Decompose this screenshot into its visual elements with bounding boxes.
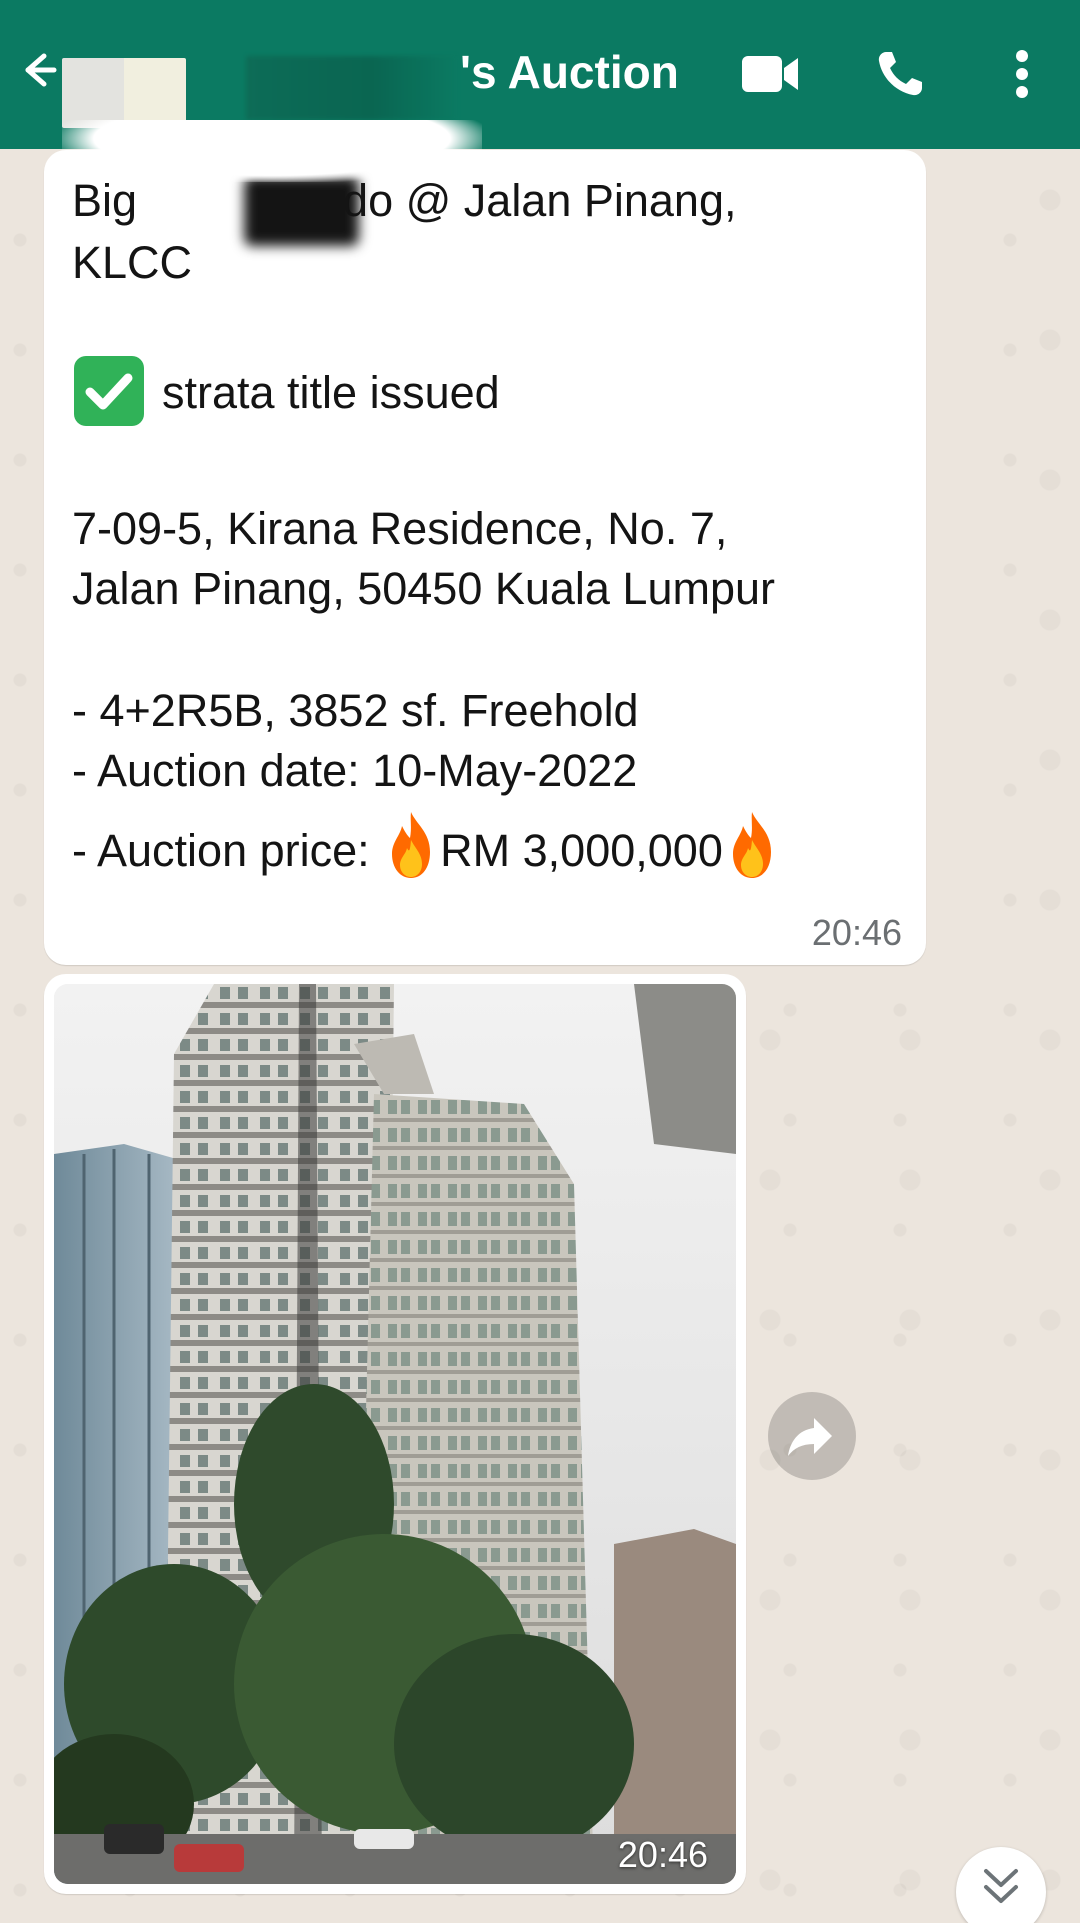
message-timestamp: 20:46 bbox=[811, 912, 902, 953]
fire-emoji-icon bbox=[732, 812, 771, 878]
redacted-name bbox=[246, 56, 456, 120]
redacted-name-blur bbox=[244, 176, 359, 246]
address-line-2: Jalan Pinang, 50450 Kuala Lumpur bbox=[72, 563, 776, 614]
price-value: RM 3,000,000 bbox=[440, 825, 723, 876]
video-camera-icon bbox=[742, 56, 798, 92]
strata-title-text: strata title issued bbox=[162, 367, 500, 418]
scroll-to-bottom-button[interactable] bbox=[956, 1847, 1046, 1923]
image-message-bubble[interactable]: 20:46 bbox=[44, 974, 746, 1894]
image-timestamp: 20:46 bbox=[617, 1834, 708, 1875]
double-chevron-down-icon bbox=[984, 1869, 1018, 1903]
price-label: - Auction price: bbox=[72, 825, 370, 876]
more-vertical-icon bbox=[1016, 50, 1028, 98]
back-button[interactable] bbox=[14, 48, 58, 92]
fire-emoji-icon bbox=[392, 812, 431, 878]
title-end: do @ Jalan Pinang, bbox=[343, 175, 737, 226]
title-start: Big bbox=[72, 175, 138, 226]
phone-icon bbox=[878, 52, 922, 96]
building-photo[interactable]: 20:46 bbox=[54, 984, 736, 1884]
message-line-location: KLCC bbox=[72, 237, 193, 288]
video-call-button[interactable] bbox=[740, 46, 800, 102]
detail-auction-price: - Auction price: RM 3,000,000 bbox=[72, 810, 781, 880]
chat-title[interactable]: 's Auction bbox=[460, 44, 679, 100]
arrow-left-icon bbox=[25, 53, 57, 87]
detail-size: - 4+2R5B, 3852 sf. Freehold bbox=[72, 685, 639, 736]
blurred-overlay bbox=[62, 120, 482, 182]
more-options-button[interactable] bbox=[1002, 46, 1042, 102]
check-mark-icon bbox=[74, 356, 144, 426]
detail-auction-date: - Auction date: 10-May-2022 bbox=[72, 745, 638, 796]
message-bubble[interactable]: Big do @ Jalan Pinang, KLCC strata title … bbox=[44, 150, 926, 965]
forward-button[interactable] bbox=[768, 1392, 856, 1480]
voice-call-button[interactable] bbox=[872, 46, 932, 102]
address-line-1: 7-09-5, Kirana Residence, No. 7, bbox=[72, 503, 728, 554]
forward-arrow-icon bbox=[788, 1418, 832, 1456]
avatar[interactable] bbox=[62, 58, 186, 128]
